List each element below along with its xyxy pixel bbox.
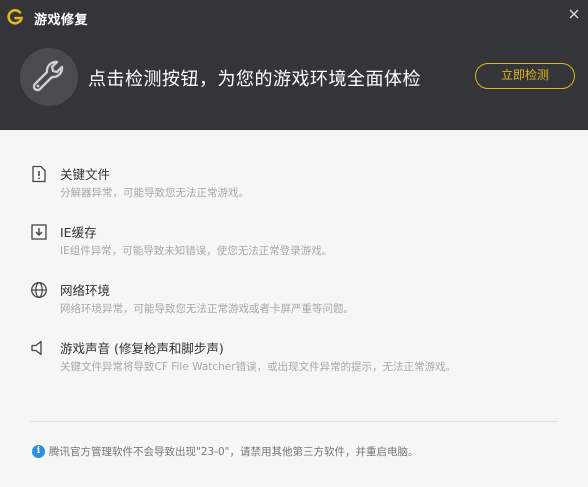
footer-note: 腾讯官方管理软件不会导致出现"23-0"，请禁用其他第三方软件，并重启电脑。 (49, 446, 419, 458)
info-icon: i (32, 445, 45, 458)
wrench-icon (32, 60, 64, 92)
detect-now-button[interactable]: 立即检测 (475, 63, 575, 89)
item-title: 游戏声音 (修复枪声和脚步声) (60, 341, 224, 356)
list-item-key-files: 关键文件 分解器异常，可能导致您无法正常游戏。 (0, 163, 588, 213)
game-repair-window: 游戏修复 点击检测按钮，为您的游戏环境全面体检 立即检测 关键文件 分解器异常，… (0, 0, 588, 487)
title-bar: 游戏修复 (0, 0, 588, 36)
list-item-ie-cache: IE缓存 IE组件异常，可能导致未知错误，使您无法正常登录游戏。 (0, 221, 588, 271)
header-panel: 游戏修复 点击检测按钮，为您的游戏环境全面体检 立即检测 (0, 0, 588, 130)
globe-icon (31, 282, 47, 298)
divider (30, 421, 558, 422)
list-item-network: 网络环境 网络环境异常，可能导致您无法正常游戏或者卡屏严重等问题。 (0, 279, 588, 329)
item-description: IE组件异常，可能导致未知错误，使您无法正常登录游戏。 (60, 245, 333, 257)
headline-text: 点击检测按钮，为您的游戏环境全面体检 (88, 69, 421, 90)
window-title: 游戏修复 (34, 13, 89, 28)
close-button[interactable] (560, 0, 588, 28)
wrench-badge (20, 48, 78, 106)
list-item-game-sound: 游戏声音 (修复枪声和脚步声) 关键文件异常将导致CF File Watcher… (0, 337, 588, 387)
item-description: 网络环境异常，可能导致您无法正常游戏或者卡屏严重等问题。 (60, 303, 354, 315)
repair-items-list: 关键文件 分解器异常，可能导致您无法正常游戏。 IE缓存 IE组件异常，可能导致… (0, 130, 588, 487)
app-logo-icon (7, 9, 24, 25)
speaker-icon (31, 340, 42, 356)
warning-file-icon (32, 165, 46, 183)
item-title: 关键文件 (60, 167, 111, 182)
item-title: IE缓存 (60, 225, 97, 240)
item-description: 分解器异常，可能导致您无法正常游戏。 (60, 187, 249, 199)
download-cache-icon (31, 224, 47, 240)
item-description: 关键文件异常将导致CF File Watcher错误，或出现文件异常的提示，无法… (60, 361, 457, 373)
item-title: 网络环境 (60, 283, 111, 298)
close-icon (569, 9, 579, 19)
